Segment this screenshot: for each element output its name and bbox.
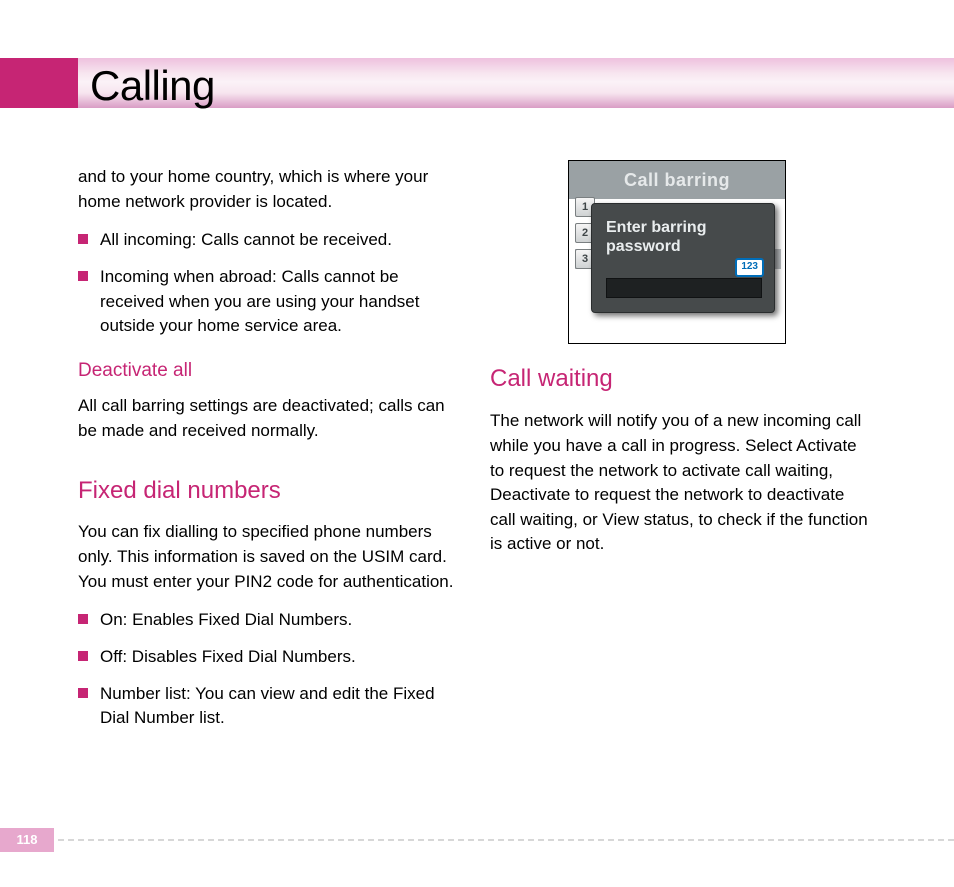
bullet-all-incoming: All incoming: Calls cannot be received. [78, 228, 458, 253]
page-footer: 118 [0, 828, 954, 852]
barring-bullets: All incoming: Calls cannot be received. … [78, 228, 458, 339]
bullet-fdn-off: Off: Disables Fixed Dial Numbers. [78, 645, 458, 670]
phone-screenshot: Call barring 1 2 3 Enter barring passwor… [568, 160, 786, 344]
header-accent [0, 58, 78, 108]
password-input [606, 278, 762, 298]
fixed-dial-body: You can fix dialling to specified phone … [78, 520, 458, 594]
column-right: Call barring 1 2 3 Enter barring passwor… [490, 160, 870, 571]
call-waiting-body: The network will notify you of a new inc… [490, 409, 870, 557]
column-left: and to your home country, which is where… [78, 165, 458, 743]
heading-deactivate-all: Deactivate all [78, 357, 458, 385]
dialog-text: Enter barring password [606, 218, 762, 256]
screenshot-dialog: Enter barring password 123 [591, 203, 775, 313]
bullet-fdn-on: On: Enables Fixed Dial Numbers. [78, 608, 458, 633]
dialog-line-2: password [606, 238, 681, 255]
heading-call-waiting: Call waiting [490, 362, 870, 397]
page-title: Calling [90, 56, 215, 117]
bullet-fdn-list: Number list: You can view and edit the F… [78, 682, 458, 731]
screenshot-title: Call barring [569, 161, 785, 199]
deactivate-body: All call barring settings are deactivate… [78, 394, 458, 443]
dialog-line-1: Enter barring [606, 219, 706, 236]
page-number: 118 [0, 828, 54, 852]
heading-fixed-dial: Fixed dial numbers [78, 474, 458, 509]
intro-continuation: and to your home country, which is where… [78, 165, 458, 214]
input-mode-badge: 123 [735, 258, 764, 277]
bullet-incoming-abroad: Incoming when abroad: Calls cannot be re… [78, 265, 458, 339]
page-header: Calling [0, 58, 954, 108]
footer-divider [58, 839, 954, 841]
fixed-dial-bullets: On: Enables Fixed Dial Numbers. Off: Dis… [78, 608, 458, 731]
